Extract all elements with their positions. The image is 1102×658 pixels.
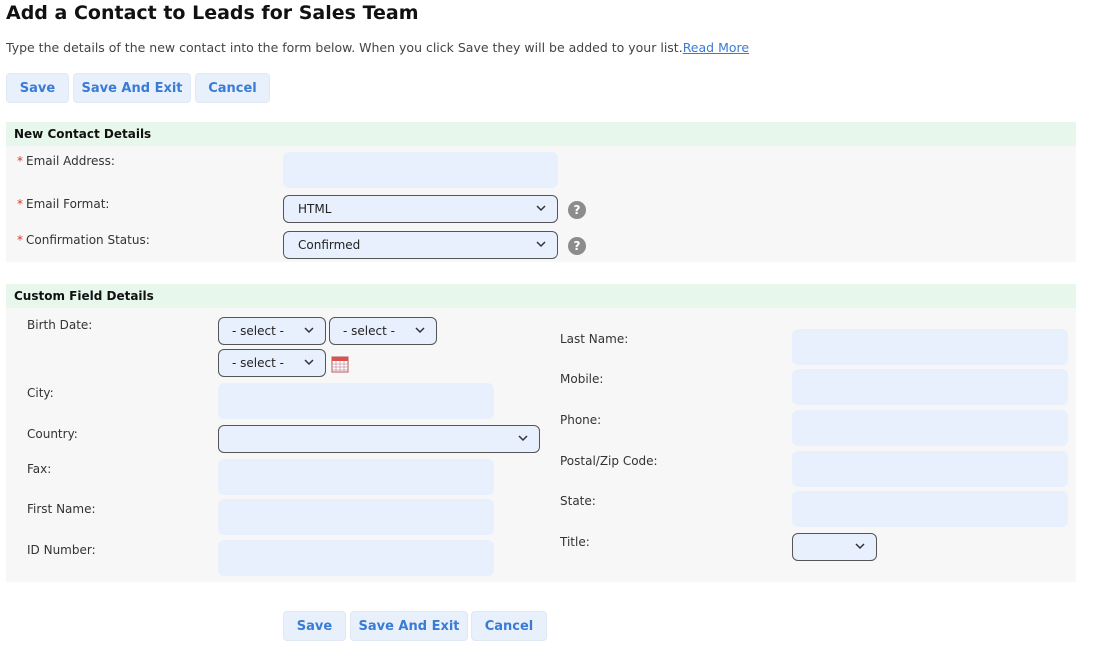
birth-month-select[interactable]: - select - [329, 317, 437, 345]
city-label: City: [27, 386, 54, 400]
birth-date-label: Birth Date: [27, 318, 93, 332]
cancel-button-bottom[interactable]: Cancel [471, 611, 547, 641]
first-name-label: First Name: [27, 502, 96, 516]
title-label: Title: [560, 535, 590, 549]
email-format-value: HTML [298, 202, 332, 216]
save-button-bottom[interactable]: Save [283, 611, 346, 641]
chevron-down-icon [518, 435, 528, 442]
required-mark: * [17, 233, 23, 247]
chevron-down-icon [304, 327, 314, 334]
save-button-top[interactable]: Save [6, 73, 69, 103]
city-input[interactable] [218, 383, 494, 419]
cancel-button-top[interactable]: Cancel [195, 73, 270, 103]
email-format-label: * Email Format: [17, 197, 110, 211]
title-select[interactable] [792, 533, 877, 561]
chevron-down-icon [536, 205, 546, 212]
last-name-input[interactable] [792, 329, 1068, 365]
save-and-exit-button-bottom[interactable]: Save And Exit [350, 611, 468, 641]
calendar-icon[interactable] [331, 355, 349, 373]
last-name-label: Last Name: [560, 332, 629, 346]
mobile-input[interactable] [792, 369, 1068, 405]
help-icon[interactable]: ? [568, 201, 586, 219]
country-label: Country: [27, 427, 78, 441]
confirmation-status-value: Confirmed [298, 238, 361, 252]
postal-code-label: Postal/Zip Code: [560, 454, 658, 468]
mobile-label: Mobile: [560, 372, 604, 386]
required-mark: * [17, 197, 23, 211]
email-address-input[interactable] [283, 152, 558, 188]
new-contact-header: New Contact Details [6, 122, 1076, 146]
id-number-input[interactable] [218, 540, 494, 576]
state-input[interactable] [792, 491, 1068, 527]
chevron-down-icon [536, 241, 546, 248]
save-and-exit-button-top[interactable]: Save And Exit [73, 73, 191, 103]
email-address-label: * Email Address: [17, 154, 115, 168]
confirmation-status-label: * Confirmation Status: [17, 233, 150, 247]
chevron-down-icon [855, 543, 865, 550]
postal-code-input[interactable] [792, 451, 1068, 487]
fax-label: Fax: [27, 462, 52, 476]
read-more-link[interactable]: Read More [683, 40, 749, 55]
fax-input[interactable] [218, 459, 494, 495]
confirmation-status-select[interactable]: Confirmed [283, 231, 558, 259]
chevron-down-icon [304, 359, 314, 366]
birth-year-select[interactable]: - select - [218, 349, 326, 377]
phone-input[interactable] [792, 410, 1068, 446]
id-number-label: ID Number: [27, 543, 96, 557]
intro-description: Type the details of the new contact into… [6, 40, 683, 55]
state-label: State: [560, 494, 596, 508]
custom-fields-header: Custom Field Details [6, 284, 1076, 308]
birth-day-select[interactable]: - select - [218, 317, 326, 345]
chevron-down-icon [415, 327, 425, 334]
email-format-select[interactable]: HTML [283, 195, 558, 223]
first-name-input[interactable] [218, 499, 494, 535]
help-icon[interactable]: ? [568, 237, 586, 255]
required-mark: * [17, 154, 23, 168]
intro-text: Type the details of the new contact into… [6, 40, 749, 55]
phone-label: Phone: [560, 413, 602, 427]
country-select[interactable] [218, 425, 540, 453]
page-title: Add a Contact to Leads for Sales Team [6, 2, 419, 24]
